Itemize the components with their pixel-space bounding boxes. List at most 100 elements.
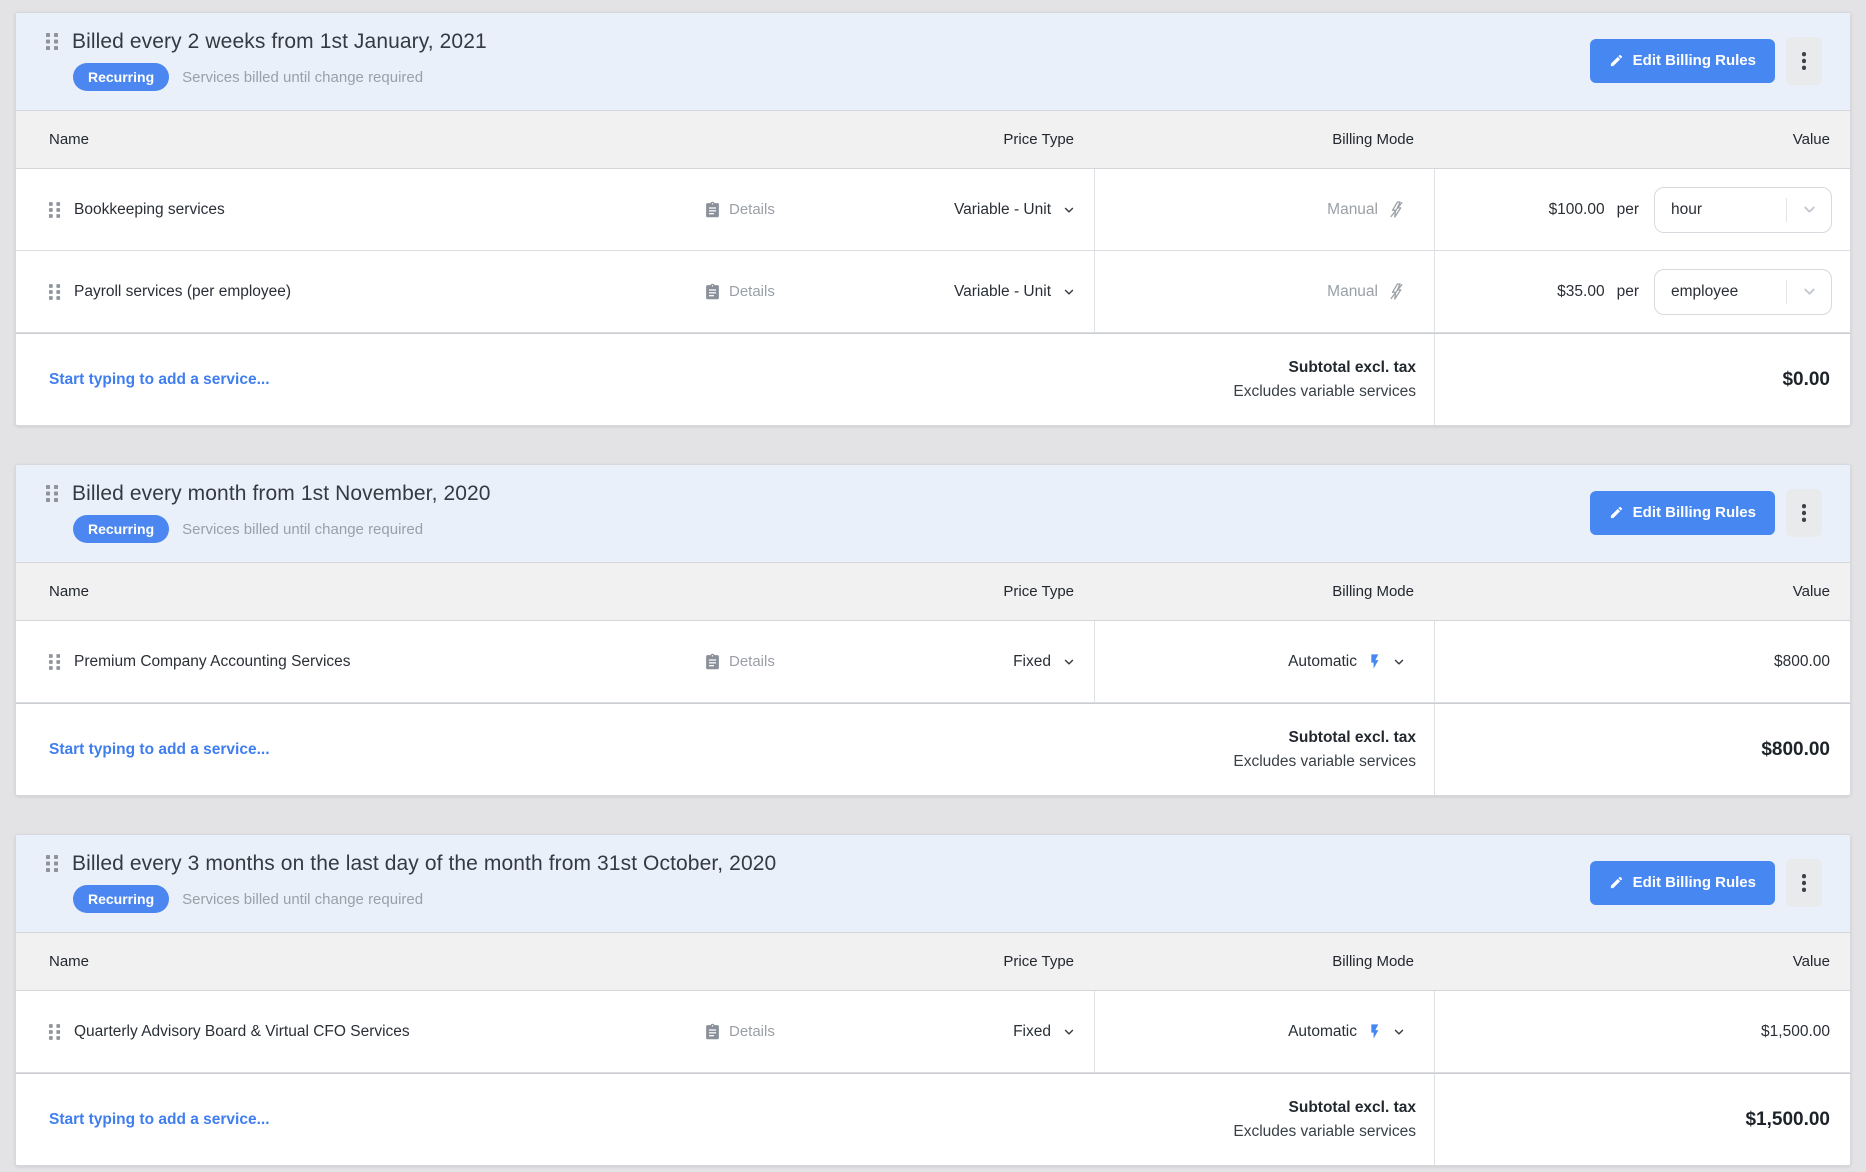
billing-group-title: Billed every 3 months on the last day of… bbox=[72, 852, 776, 876]
drag-handle-icon[interactable] bbox=[49, 284, 61, 300]
edit-billing-rules-label: Edit Billing Rules bbox=[1633, 504, 1756, 521]
drag-handle-icon[interactable] bbox=[46, 855, 59, 872]
amount: $100.00 bbox=[1549, 201, 1605, 219]
bolt-slash-icon bbox=[1387, 200, 1406, 219]
billing-group-card: Billed every 2 weeks from 1st January, 2… bbox=[15, 12, 1851, 426]
per-label: per bbox=[1617, 201, 1639, 219]
add-service-input[interactable]: Start typing to add a service... bbox=[49, 371, 270, 389]
billing-mode-dropdown[interactable]: Automatic bbox=[1094, 991, 1434, 1072]
details-label: Details bbox=[729, 201, 775, 218]
chevron-down-icon bbox=[1062, 285, 1076, 299]
subtotal-note: Excludes variable services bbox=[1233, 380, 1416, 404]
details-button[interactable]: Details bbox=[704, 653, 854, 670]
subtotal-row: Start typing to add a service... Subtota… bbox=[16, 703, 1850, 795]
billing-group-heading: Billed every 2 weeks from 1st January, 2… bbox=[46, 30, 487, 91]
more-options-button[interactable] bbox=[1786, 489, 1822, 537]
recurring-badge: Recurring bbox=[73, 885, 169, 913]
unit-value: employee bbox=[1655, 283, 1786, 301]
chevron-down-icon bbox=[1787, 201, 1831, 218]
billing-group-header: Billed every 2 weeks from 1st January, 2… bbox=[16, 13, 1850, 111]
value-cell: $1,500.00 bbox=[1434, 991, 1850, 1072]
drag-handle-icon[interactable] bbox=[46, 485, 59, 502]
column-header-billing-mode: Billing Mode bbox=[1094, 953, 1434, 970]
edit-billing-rules-button[interactable]: Edit Billing Rules bbox=[1590, 861, 1775, 905]
billing-group-title: Billed every month from 1st November, 20… bbox=[72, 482, 491, 506]
billing-group-heading: Billed every month from 1st November, 20… bbox=[46, 482, 491, 543]
column-header-billing-mode: Billing Mode bbox=[1094, 583, 1434, 600]
amount: $35.00 bbox=[1557, 283, 1604, 301]
subtotal-value: $0.00 bbox=[1434, 334, 1850, 425]
column-header-price-type: Price Type bbox=[854, 583, 1094, 600]
service-row: Quarterly Advisory Board & Virtual CFO S… bbox=[16, 991, 1850, 1073]
billing-mode-label: Manual bbox=[1327, 283, 1378, 301]
billing-group-subtitle: Services billed until change required bbox=[182, 521, 423, 538]
price-type-value: Fixed bbox=[1013, 1023, 1051, 1041]
billing-group-header: Billed every month from 1st November, 20… bbox=[16, 465, 1850, 563]
column-header-name: Name bbox=[16, 583, 704, 600]
drag-handle-icon[interactable] bbox=[49, 202, 61, 218]
billing-group-card: Billed every 3 months on the last day of… bbox=[15, 834, 1851, 1166]
details-label: Details bbox=[729, 653, 775, 670]
chevron-down-icon bbox=[1062, 203, 1076, 217]
subtotal-row: Start typing to add a service... Subtota… bbox=[16, 333, 1850, 425]
details-label: Details bbox=[729, 283, 775, 300]
value-cell: $800.00 bbox=[1434, 621, 1850, 702]
add-service-input[interactable]: Start typing to add a service... bbox=[49, 1111, 270, 1129]
billing-group-heading: Billed every 3 months on the last day of… bbox=[46, 852, 776, 913]
service-name: Quarterly Advisory Board & Virtual CFO S… bbox=[74, 1023, 410, 1041]
per-label: per bbox=[1617, 283, 1639, 301]
edit-billing-rules-label: Edit Billing Rules bbox=[1633, 874, 1756, 891]
drag-handle-icon[interactable] bbox=[49, 654, 61, 670]
recurring-badge: Recurring bbox=[73, 63, 169, 91]
billing-group-title: Billed every 2 weeks from 1st January, 2… bbox=[72, 30, 487, 54]
pencil-icon bbox=[1609, 53, 1624, 68]
unit-select[interactable]: hour bbox=[1654, 187, 1832, 233]
service-name: Premium Company Accounting Services bbox=[74, 653, 351, 671]
service-name: Bookkeeping services bbox=[74, 201, 225, 219]
subtotal-label: Subtotal excl. tax bbox=[1233, 726, 1416, 750]
price-type-value: Variable - Unit bbox=[954, 283, 1051, 301]
details-button[interactable]: Details bbox=[704, 283, 854, 300]
value-cell: $100.00 per hour bbox=[1434, 169, 1850, 250]
chevron-down-icon bbox=[1392, 655, 1406, 669]
details-button[interactable]: Details bbox=[704, 1023, 854, 1040]
billing-mode-label: Automatic bbox=[1288, 653, 1357, 671]
add-service-input[interactable]: Start typing to add a service... bbox=[49, 741, 270, 759]
unit-select[interactable]: employee bbox=[1654, 269, 1832, 315]
details-label: Details bbox=[729, 1023, 775, 1040]
column-header-price-type: Price Type bbox=[854, 131, 1094, 148]
price-type-value: Variable - Unit bbox=[954, 201, 1051, 219]
clipboard-icon bbox=[704, 1023, 721, 1040]
billing-mode-dropdown[interactable]: Automatic bbox=[1094, 621, 1434, 702]
price-type-dropdown[interactable]: Variable - Unit bbox=[854, 283, 1094, 301]
billing-mode-manual: Manual bbox=[1094, 251, 1434, 332]
service-row: Bookkeeping services Details Variable - … bbox=[16, 169, 1850, 251]
pencil-icon bbox=[1609, 875, 1624, 890]
kebab-icon bbox=[1802, 874, 1806, 892]
column-header-value: Value bbox=[1434, 953, 1850, 970]
service-name: Payroll services (per employee) bbox=[74, 283, 291, 301]
more-options-button[interactable] bbox=[1786, 37, 1822, 85]
subtotal-row: Start typing to add a service... Subtota… bbox=[16, 1073, 1850, 1165]
edit-billing-rules-button[interactable]: Edit Billing Rules bbox=[1590, 39, 1775, 83]
price-type-dropdown[interactable]: Variable - Unit bbox=[854, 201, 1094, 219]
edit-billing-rules-button[interactable]: Edit Billing Rules bbox=[1590, 491, 1775, 535]
clipboard-icon bbox=[704, 653, 721, 670]
subtotal-label: Subtotal excl. tax bbox=[1233, 1096, 1416, 1120]
table-header-row: Name Price Type Billing Mode Value bbox=[16, 111, 1850, 169]
amount: $800.00 bbox=[1774, 653, 1830, 671]
details-button[interactable]: Details bbox=[704, 201, 854, 218]
column-header-price-type: Price Type bbox=[854, 953, 1094, 970]
price-type-dropdown[interactable]: Fixed bbox=[854, 1023, 1094, 1041]
edit-billing-rules-label: Edit Billing Rules bbox=[1633, 52, 1756, 69]
column-header-name: Name bbox=[16, 953, 704, 970]
chevron-down-icon bbox=[1062, 655, 1076, 669]
drag-handle-icon[interactable] bbox=[49, 1024, 61, 1040]
more-options-button[interactable] bbox=[1786, 859, 1822, 907]
billing-mode-manual: Manual bbox=[1094, 169, 1434, 250]
subtotal-label: Subtotal excl. tax bbox=[1233, 356, 1416, 380]
price-type-dropdown[interactable]: Fixed bbox=[854, 653, 1094, 671]
bolt-icon bbox=[1366, 1023, 1383, 1040]
drag-handle-icon[interactable] bbox=[46, 33, 59, 50]
column-header-billing-mode: Billing Mode bbox=[1094, 131, 1434, 148]
